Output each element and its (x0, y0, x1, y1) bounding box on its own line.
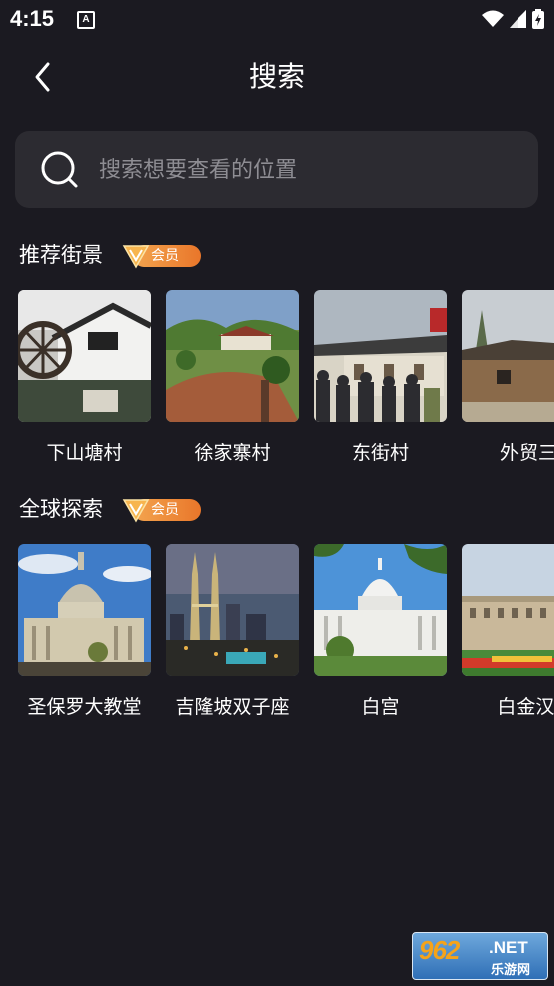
st-pauls-cathedral-photo (18, 544, 151, 676)
search-icon (41, 151, 78, 188)
watermark-sub: 乐游网 (491, 963, 531, 978)
vip-badge: 会员 (121, 242, 201, 269)
vip-text: 会员 (151, 502, 179, 518)
location-label: 吉隆坡双子座 (175, 696, 290, 718)
signal-icon (510, 10, 526, 28)
location-card[interactable]: 东街村 (314, 290, 447, 464)
section-header-global: 全球探索 会员 (19, 494, 201, 524)
diamond-icon (122, 245, 150, 269)
card-row-global: 圣保罗大教堂 吉隆坡双子座 白宫 白金汉' (18, 544, 554, 724)
status-icons (482, 9, 544, 29)
card-row-recommended: 下山塘村 徐家寨村 东街村 外贸三 (18, 290, 554, 470)
diamond-icon (122, 499, 150, 523)
search-input[interactable] (99, 151, 519, 189)
location-label: 圣保罗大教堂 (27, 696, 142, 718)
section-title: 全球探索 (19, 497, 103, 521)
location-label: 白宫 (361, 696, 400, 718)
status-time: 4:15 (10, 6, 55, 31)
location-card[interactable]: 白金汉' (462, 544, 554, 718)
vip-badge: 会员 (121, 496, 201, 523)
watermark-domain: .NET (489, 938, 528, 957)
location-label: 白金汉' (497, 696, 554, 718)
buckingham-palace-photo (462, 544, 554, 676)
section-header-recommended: 推荐街景 会员 (19, 240, 201, 270)
battery-icon (532, 9, 544, 29)
white-house-photo (314, 544, 447, 676)
search-box[interactable] (15, 131, 538, 208)
location-label: 徐家寨村 (194, 442, 271, 464)
petronas-towers-photo (166, 544, 299, 676)
village-waterwheel-photo (18, 290, 151, 422)
vip-text: 会员 (151, 248, 179, 264)
location-card[interactable]: 外贸三 (462, 290, 554, 464)
watermark-brand: 962 (419, 935, 460, 965)
watermark-logo: 962 .NET 乐游网 (412, 932, 548, 980)
village-house-photo (462, 290, 554, 422)
location-label: 外贸三 (499, 442, 554, 464)
location-card[interactable]: 圣保罗大教堂 (18, 544, 151, 718)
location-label: 东街村 (351, 442, 409, 464)
location-label: 下山塘村 (46, 442, 123, 464)
village-crowd-photo (314, 290, 447, 422)
top-bar: 搜索 (0, 48, 554, 108)
status-bar: 4:15 A (0, 0, 554, 38)
location-card[interactable]: 白宫 (314, 544, 447, 718)
location-card[interactable]: 吉隆坡双子座 (166, 544, 299, 718)
section-title: 推荐街景 (19, 243, 103, 267)
location-card[interactable]: 下山塘村 (18, 290, 151, 464)
page-title: 搜索 (248, 60, 305, 93)
wifi-icon (482, 10, 504, 27)
location-card[interactable]: 徐家寨村 (166, 290, 299, 464)
village-garden-photo (166, 290, 299, 422)
notification-icon: A (77, 11, 95, 29)
